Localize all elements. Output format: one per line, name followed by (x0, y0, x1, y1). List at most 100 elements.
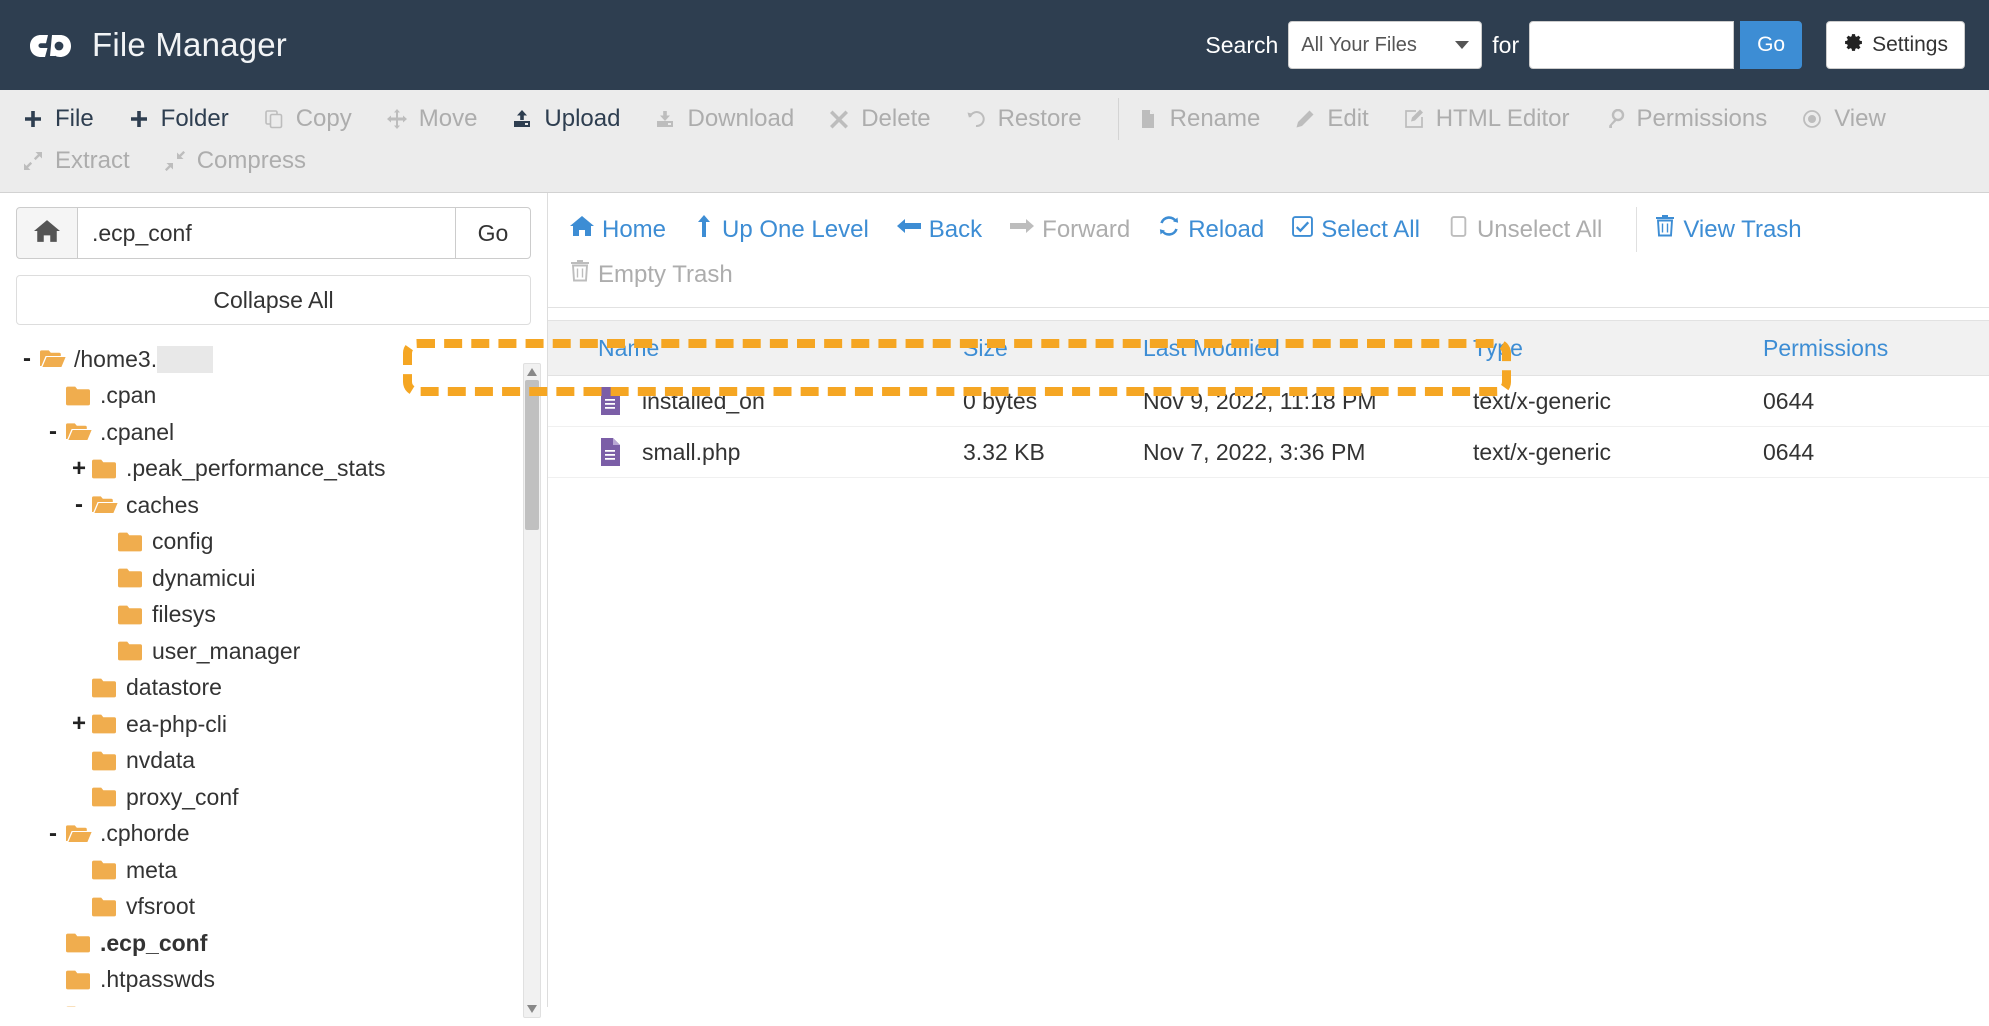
arrow-right-icon (1010, 215, 1035, 244)
file-name-cell[interactable]: small.php (548, 438, 963, 466)
path-input[interactable] (78, 207, 455, 259)
tree-item-config[interactable]: config (16, 524, 547, 561)
nav-up-one-level-button[interactable]: Up One Level (694, 207, 887, 252)
toolbar-copy-button[interactable]: Copy (261, 98, 372, 140)
toolbar-permissions-button[interactable]: Permissions (1602, 98, 1788, 140)
toolbar-upload-button[interactable]: Upload (509, 98, 640, 140)
settings-button[interactable]: Settings (1826, 21, 1965, 69)
folder-icon (118, 532, 144, 552)
scrollbar-thumb[interactable] (525, 380, 539, 530)
nav-back-button[interactable]: Back (896, 207, 1000, 252)
tree-item-pki[interactable]: + .pki (16, 998, 547, 1007)
tree-item-datastore[interactable]: datastore (16, 670, 547, 707)
toolbar-new-file-button[interactable]: File (20, 98, 114, 140)
tree-item-filesys[interactable]: filesys (16, 597, 547, 634)
column-header-modified[interactable]: Last Modified (1143, 335, 1473, 362)
collapse-icon[interactable]: - (42, 821, 64, 846)
tree-item-dynamicui[interactable]: dynamicui (16, 560, 547, 597)
toolbar-edit-button[interactable]: Edit (1292, 98, 1388, 140)
table-row[interactable]: installed_on 0 bytes Nov 9, 2022, 11:18 PM… (548, 376, 1989, 427)
tree-item-cpan[interactable]: .cpan (16, 378, 547, 415)
collapse-icon[interactable]: - (42, 420, 64, 444)
column-header-size[interactable]: Size (963, 335, 1143, 362)
path-go-button[interactable]: Go (455, 207, 531, 259)
compress-arrows-icon (162, 151, 188, 171)
tree-item-vfsroot[interactable]: vfsroot (16, 889, 547, 926)
collapse-all-button[interactable]: Collapse All (16, 275, 531, 325)
tree-item-cphorde[interactable]: - .cphorde (16, 816, 547, 853)
nav-view-trash-button[interactable]: View Trash (1655, 207, 1819, 252)
nav-reload-button[interactable]: Reload (1158, 207, 1282, 252)
copy-icon (261, 109, 287, 129)
toolbar-html-editor-button[interactable]: HTML Editor (1401, 98, 1590, 140)
tree-item-ecp-conf[interactable]: .ecp_conf (16, 925, 547, 962)
expand-icon[interactable]: + (68, 456, 90, 481)
collapse-icon[interactable]: - (16, 347, 38, 371)
tree-item-label: .htpasswds (100, 966, 216, 993)
file-name-cell[interactable]: installed_on (548, 387, 963, 415)
tree-item-user-manager[interactable]: user_manager (16, 633, 547, 670)
file-icon (1135, 109, 1161, 129)
file-name-label: installed_on (642, 387, 765, 414)
toolbar-extract-button[interactable]: Extract (20, 140, 150, 182)
app-header: File Manager Search All Your Files for G… (0, 0, 1989, 90)
plus-icon (126, 109, 152, 129)
folder-icon (66, 970, 92, 990)
pencil-square-icon (1401, 109, 1427, 129)
nav-forward-button[interactable]: Forward (1010, 207, 1148, 252)
folder-icon (92, 678, 118, 698)
tree-item-peak-performance-stats[interactable]: + .peak_performance_stats (16, 451, 547, 488)
table-row[interactable]: small.php 3.32 KB Nov 7, 2022, 3:36 PM text… (548, 427, 1989, 478)
search-go-button[interactable]: Go (1740, 21, 1803, 69)
column-header-permissions[interactable]: Permissions (1763, 335, 1913, 362)
search-input[interactable] (1529, 21, 1735, 69)
toolbar-new-folder-button[interactable]: Folder (126, 98, 249, 140)
folder-open-icon (40, 349, 66, 369)
scroll-up-arrow-icon[interactable] (527, 368, 537, 376)
column-header-name[interactable]: Name (548, 335, 963, 362)
column-header-type[interactable]: Type (1473, 335, 1763, 362)
tree-item-label: .pki (100, 1003, 136, 1007)
brand: File Manager (28, 22, 287, 68)
checkbox-empty-icon (1448, 215, 1469, 244)
search-scope-select[interactable]: All Your Files (1288, 21, 1483, 69)
nav-unselect-all-button[interactable]: Unselect All (1448, 208, 1620, 252)
nav-item-label: View Trash (1683, 215, 1802, 243)
tree-item-label: datastore (126, 674, 222, 701)
file-type-cell: text/x-generic (1473, 387, 1612, 414)
tree-item-meta[interactable]: meta (16, 852, 547, 889)
tree-item-htpasswds[interactable]: .htpasswds (16, 962, 547, 999)
nav-home-button[interactable]: Home (570, 207, 684, 252)
path-home-button[interactable] (16, 207, 78, 259)
toolbar-compress-button[interactable]: Compress (162, 140, 326, 182)
tree-item-label: /home3. (74, 345, 158, 372)
tree-item-nvdata[interactable]: nvdata (16, 743, 547, 780)
expand-icon[interactable]: + (68, 712, 90, 736)
collapse-icon[interactable]: - (68, 493, 90, 517)
toolbar-move-button[interactable]: Move (384, 98, 498, 140)
toolbar-delete-button[interactable]: Delete (826, 98, 950, 140)
toolbar-restore-button[interactable]: Restore (963, 98, 1102, 140)
toolbar-rename-button[interactable]: Rename (1135, 98, 1281, 140)
file-size-cell: 0 bytes (963, 387, 1038, 414)
toolbar-item-label: Copy (295, 105, 352, 132)
expand-icon[interactable]: + (42, 1004, 64, 1007)
nav-select-all-button[interactable]: Select All (1292, 208, 1438, 252)
file-modified-cell: Nov 7, 2022, 3:36 PM (1143, 438, 1366, 465)
toolbar-row-1: File Folder Copy Move Upload Download De… (20, 98, 1969, 140)
toolbar-download-button[interactable]: Download (652, 98, 814, 140)
tree-item-proxy-conf[interactable]: proxy_conf (16, 779, 547, 816)
toolbar-view-button[interactable]: View (1799, 98, 1906, 140)
tree-item-home3-[interactable]: - /home3. (16, 341, 547, 378)
folder-icon (92, 787, 118, 807)
scroll-down-arrow-icon[interactable] (527, 1005, 537, 1013)
nav-empty-trash-button[interactable]: Empty Trash (570, 252, 751, 297)
tree-item-cpanel[interactable]: - .cpanel (16, 414, 547, 451)
file-table-body: installed_on 0 bytes Nov 9, 2022, 11:18 PM… (548, 376, 1989, 478)
tree-item-ea-php-cli[interactable]: + ea-php-cli (16, 706, 547, 743)
tree-scrollbar[interactable] (523, 363, 541, 1018)
tree-item-caches[interactable]: - caches (16, 487, 547, 524)
toolbar-item-label: Compress (196, 147, 307, 174)
